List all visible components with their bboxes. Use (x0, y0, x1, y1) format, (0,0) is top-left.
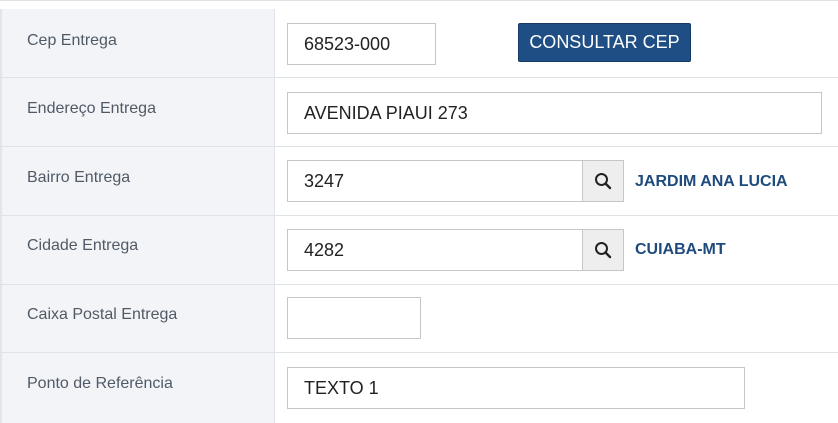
delivery-address-form: Cep Entrega CONSULTAR CEP Endereço Entre… (0, 0, 838, 423)
label-cell: Ponto de Referência (0, 353, 275, 423)
form-row-cidade: Cidade Entrega CUIABA-MT (0, 216, 838, 285)
bairro-lookup-name: JARDIM ANA LUCIA (635, 173, 788, 190)
label-cell: Endereço Entrega (0, 78, 275, 146)
cidade-lookup-name: CUIABA-MT (635, 241, 726, 258)
bairro-search-button[interactable] (582, 160, 624, 202)
form-row-endereco: Endereço Entrega (0, 78, 838, 147)
cidade-search-button[interactable] (582, 229, 624, 271)
ponto-referencia-label: Ponto de Referência (27, 375, 173, 392)
form-row-ponto-referencia: Ponto de Referência (0, 353, 838, 423)
label-cell: Bairro Entrega (0, 147, 275, 215)
label-cell: Cidade Entrega (0, 216, 275, 284)
form-row-bairro: Bairro Entrega JARDIM ANA LUCIA (0, 147, 838, 216)
cep-input[interactable] (287, 23, 436, 65)
form-row-caixa-postal: Caixa Postal Entrega (0, 285, 838, 353)
label-cell: Cep Entrega (0, 9, 275, 77)
endereco-input[interactable] (287, 92, 822, 134)
ponto-referencia-input[interactable] (287, 367, 745, 409)
search-icon (595, 173, 612, 190)
caixa-postal-input[interactable] (287, 297, 421, 339)
label-cell: Caixa Postal Entrega (0, 285, 275, 352)
form-row-cep: Cep Entrega CONSULTAR CEP (0, 9, 838, 78)
cep-label: Cep Entrega (27, 32, 117, 49)
search-icon (595, 242, 612, 259)
caixa-postal-label: Caixa Postal Entrega (27, 306, 178, 323)
bairro-label: Bairro Entrega (27, 169, 131, 186)
consultar-cep-button[interactable]: CONSULTAR CEP (518, 23, 691, 62)
cidade-input[interactable] (287, 229, 584, 271)
bairro-input[interactable] (287, 160, 584, 202)
cidade-label: Cidade Entrega (27, 237, 139, 254)
endereco-label: Endereço Entrega (27, 100, 156, 117)
